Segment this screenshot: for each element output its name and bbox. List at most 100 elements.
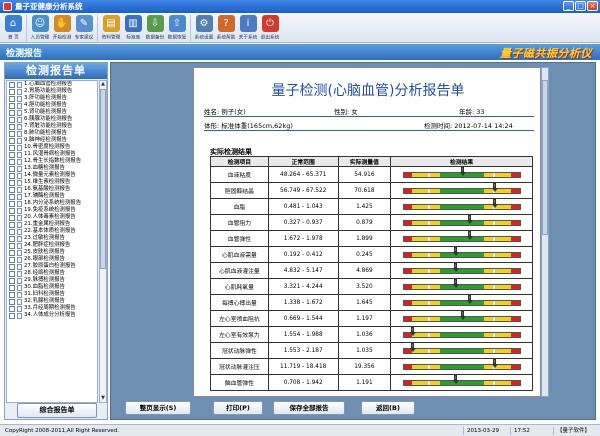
tree-item[interactable]: 28.经络检测报告 — [7, 270, 97, 277]
close-button[interactable]: × — [587, 1, 598, 11]
tree-item[interactable]: 2.胃肠功能检测报告 — [7, 88, 97, 95]
checkbox[interactable] — [9, 109, 15, 116]
tree-item[interactable]: 26.眼部检测报告 — [7, 256, 97, 263]
checkbox[interactable] — [9, 242, 15, 249]
tree-item[interactable]: 7.肾脏功能检测报告 — [7, 123, 97, 130]
tree-item[interactable]: 11.风湿骨病检测报告 — [7, 151, 97, 158]
cell-result — [390, 198, 533, 215]
toolbar-button-hand[interactable]: ✋ 开始检测 — [51, 13, 73, 43]
tree-item[interactable]: 4.胆功能检测报告 — [7, 102, 97, 109]
toolbar-button-about[interactable]: i 关于系统 — [237, 13, 259, 43]
checkbox[interactable] — [9, 179, 15, 186]
checkbox[interactable] — [9, 88, 15, 95]
tree-item[interactable]: 6.胰腺功能检测报告 — [7, 116, 97, 123]
toolbar-button-folder[interactable]: ▤ 资料管理 — [100, 13, 122, 43]
checkbox[interactable] — [9, 151, 15, 158]
checkbox[interactable] — [9, 312, 15, 319]
toolbar-button-restore[interactable]: ⇧ 数据恢复 — [166, 13, 188, 43]
tree-item[interactable]: 12.骨生长指数检测报告 — [7, 158, 97, 165]
checkbox[interactable] — [9, 200, 15, 207]
checkbox[interactable] — [9, 263, 15, 270]
checkbox[interactable] — [9, 81, 15, 88]
maximize-button[interactable]: □ — [575, 1, 586, 11]
tree-item[interactable]: 15.维生素检测报告 — [7, 179, 97, 186]
tree-item[interactable]: 34.人体成分分析报告 — [7, 312, 97, 319]
tree-item[interactable]: 14.微量元素检测报告 — [7, 172, 97, 179]
checkbox[interactable] — [9, 207, 15, 214]
gauge-segment — [411, 220, 428, 225]
toolbar-button-help[interactable]: ? 系统帮助 — [215, 13, 237, 43]
tree-item[interactable]: 27.胶原蛋白检测报告 — [7, 263, 97, 270]
checkbox[interactable] — [9, 165, 15, 172]
tree-item[interactable]: 10.骨密度检测报告 — [7, 144, 97, 151]
toolbar-button-expert[interactable]: ✎ 专家建议 — [73, 13, 95, 43]
tree-item[interactable]: 13.血糖检测报告 — [7, 165, 97, 172]
back-button[interactable]: 返回(B) — [361, 401, 415, 415]
sidebar-scrollbar[interactable]: ▲ ▼ — [99, 80, 107, 403]
checkbox[interactable] — [9, 116, 15, 123]
checkbox[interactable] — [9, 298, 15, 305]
toolbar-button-users[interactable]: ☺ 人员管理 — [29, 13, 51, 43]
checkbox[interactable] — [9, 158, 15, 165]
checkbox[interactable] — [9, 172, 15, 179]
tree-item[interactable]: 20.人体毒素检测报告 — [7, 214, 97, 221]
checkbox[interactable] — [9, 102, 15, 109]
gauge-segment — [403, 364, 412, 369]
gauge-segment — [439, 284, 484, 289]
tree-item[interactable]: 22.基本体质检测报告 — [7, 228, 97, 235]
cell-item: 胆固醇结晶 — [210, 182, 269, 199]
tree-item[interactable]: 31.妇科检测报告 — [7, 291, 97, 298]
toolbar-button-backup[interactable]: ⇩ 数据备份 — [144, 13, 166, 43]
tree-item[interactable]: 8.肺功能检测报告 — [7, 130, 97, 137]
summary-report-button[interactable]: 综合报告单 — [17, 403, 97, 418]
tree-item[interactable]: 24.肥胖症检测报告 — [7, 242, 97, 249]
fit-page-button[interactable]: 整页显示(S) — [125, 401, 191, 415]
report-scroll-thumb[interactable] — [542, 80, 548, 235]
scroll-up-arrow-icon[interactable]: ▲ — [100, 81, 106, 88]
checkbox[interactable] — [9, 221, 15, 228]
toolbar-button-exit[interactable]: ⏻ 退出系统 — [259, 13, 281, 43]
checkbox[interactable] — [9, 130, 15, 137]
tree-item[interactable]: 30.血脂检测报告 — [7, 284, 97, 291]
checkbox[interactable] — [9, 235, 15, 242]
checkbox[interactable] — [9, 284, 15, 291]
checkbox[interactable] — [9, 270, 15, 277]
tree-item[interactable]: 32.乳腺检测报告 — [7, 298, 97, 305]
tree-item[interactable]: 3.肝功能检测报告 — [7, 95, 97, 102]
tree-item-label: 6.胰腺功能检测报告 — [24, 116, 73, 122]
tree-item[interactable]: 18.内分泌系统检测报告 — [7, 200, 97, 207]
scroll-down-arrow-icon[interactable]: ▼ — [100, 395, 106, 402]
tree-item[interactable]: 21.重金属检测报告 — [7, 221, 97, 228]
tree-item[interactable]: 5.肾功能检测报告 — [7, 109, 97, 116]
checkbox[interactable] — [9, 291, 15, 298]
tree-item[interactable]: 9.脑神经检测报告 — [7, 137, 97, 144]
tree-item[interactable]: 29.脉搏检测报告 — [7, 277, 97, 284]
checkbox[interactable] — [9, 228, 15, 235]
tree-item[interactable]: 23.过敏检测报告 — [7, 235, 97, 242]
checkbox[interactable] — [9, 193, 15, 200]
tree-item[interactable]: 1.心脑血管检测报告 — [7, 81, 97, 88]
checkbox[interactable] — [9, 214, 15, 221]
checkbox[interactable] — [9, 256, 15, 263]
checkbox[interactable] — [9, 249, 15, 256]
print-button[interactable]: 打印(P) — [213, 401, 263, 415]
report-scrollbar[interactable] — [541, 67, 549, 397]
checkbox[interactable] — [9, 186, 15, 193]
minimize-button[interactable]: _ — [563, 1, 574, 11]
checkbox[interactable] — [9, 123, 15, 130]
save-all-reports-button[interactable]: 保存全部报告 — [273, 401, 345, 415]
tree-item[interactable]: 25.皮肤检测报告 — [7, 249, 97, 256]
sidebar-scroll-thumb[interactable] — [100, 89, 106, 269]
checkbox[interactable] — [9, 144, 15, 151]
tree-item[interactable]: 16.氨基酸检测报告 — [7, 186, 97, 193]
checkbox[interactable] — [9, 305, 15, 312]
checkbox[interactable] — [9, 137, 15, 144]
toolbar-button-settings[interactable]: ⚙ 系统设置 — [193, 13, 215, 43]
tree-item[interactable]: 17.辅酶检测报告 — [7, 193, 97, 200]
tree-item[interactable]: 19.免疫系统检测报告 — [7, 207, 97, 214]
tree-item[interactable]: 33.月经周期检测报告 — [7, 305, 97, 312]
checkbox[interactable] — [9, 95, 15, 102]
checkbox[interactable] — [9, 277, 15, 284]
toolbar-button-home[interactable]: ⌂ 首 页 — [2, 13, 24, 43]
toolbar-button-book[interactable]: ▥ 标准库 — [122, 13, 144, 43]
